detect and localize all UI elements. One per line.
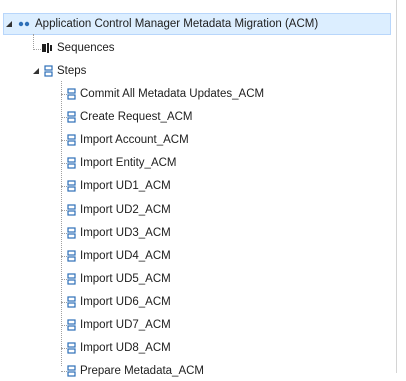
- step-icon: [67, 134, 76, 146]
- tree-node-steps[interactable]: Steps: [31, 61, 231, 81]
- tree-connector: [33, 34, 34, 50]
- tree-node-step-label: Import UD7_ACM: [80, 319, 171, 331]
- step-icon: [67, 319, 76, 331]
- tree-node-step-label: Import Entity_ACM: [80, 157, 177, 170]
- step-icon: [67, 365, 76, 377]
- tree-node-step-label: Commit All Metadata Updates_ACM: [80, 88, 265, 100]
- step-icon: [67, 273, 76, 285]
- step-icon: [44, 65, 53, 77]
- step-icon: [67, 180, 76, 192]
- step-icon: [67, 88, 76, 100]
- expanded-triangle-icon: [33, 68, 39, 74]
- tree-node-step-label: Import UD3_ACM: [80, 226, 171, 239]
- tree-node-step[interactable]: Import UD8_ACM: [67, 338, 367, 358]
- tree-node-step-label: Import UD6_ACM: [80, 295, 171, 308]
- expand-collapse-toggle[interactable]: [31, 66, 41, 76]
- tree-node-step[interactable]: Import UD5_ACM: [67, 269, 367, 289]
- tree-node-step[interactable]: Import UD4_ACM: [67, 246, 367, 266]
- step-icon: [67, 203, 76, 216]
- step-icon: [67, 250, 76, 262]
- step-icon: [67, 111, 76, 123]
- tree-node-step[interactable]: Commit All Metadata Updates_ACM: [67, 84, 367, 104]
- tree-node-root[interactable]: Application Control Manager Metadata Mig…: [3, 13, 391, 35]
- tree-node-step-label: Import UD5_ACM: [80, 272, 171, 285]
- tree-node-step[interactable]: Import UD7_ACM: [67, 315, 367, 335]
- tree-node-step[interactable]: Import UD3_ACM: [67, 223, 367, 243]
- tree-node-step[interactable]: Import UD2_ACM: [67, 200, 367, 220]
- tree-node-step-label: Import UD1_ACM: [80, 180, 171, 193]
- tree-node-sequences[interactable]: Sequences: [41, 38, 241, 58]
- tree-node-step-label: Import UD2_ACM: [80, 203, 171, 216]
- tree-node-root-label: Application Control Manager Metadata Mig…: [35, 18, 319, 30]
- tree-node-step-label: Prepare Metadata_ACM: [80, 365, 205, 378]
- step-icon: [67, 157, 76, 169]
- tree-node-step[interactable]: Create Request_ACM: [67, 107, 367, 127]
- expanded-triangle-icon: [6, 21, 12, 27]
- tree-node-step[interactable]: Import Account_ACM: [67, 130, 367, 150]
- expand-collapse-toggle[interactable]: [4, 19, 14, 29]
- tree-node-steps-label: Steps: [57, 65, 87, 77]
- tree-node-step-label: Create Request_ACM: [80, 111, 193, 124]
- tree-node-step[interactable]: Import Entity_ACM: [67, 153, 367, 173]
- tree-node-step-label: Import Account_ACM: [80, 134, 189, 147]
- workflow-dots-icon: [18, 21, 30, 27]
- tree-node-step[interactable]: Import UD1_ACM: [67, 176, 367, 196]
- sequence-icon: [42, 43, 52, 53]
- step-icon: [67, 296, 76, 308]
- tree-connector: [61, 81, 62, 366]
- tree-node-sequences-label: Sequences: [57, 42, 115, 54]
- step-icon: [67, 226, 76, 239]
- tree-node-step[interactable]: Import UD6_ACM: [67, 292, 367, 312]
- tree-panel: Application Control Manager Metadata Mig…: [0, 0, 397, 377]
- step-icon: [67, 342, 76, 354]
- tree-node-step[interactable]: Prepare Metadata_ACM: [67, 361, 367, 381]
- tree-node-step-label: Import UD4_ACM: [80, 249, 171, 262]
- tree-connector: [33, 49, 41, 50]
- tree-node-step-label: Import UD8_ACM: [80, 342, 171, 355]
